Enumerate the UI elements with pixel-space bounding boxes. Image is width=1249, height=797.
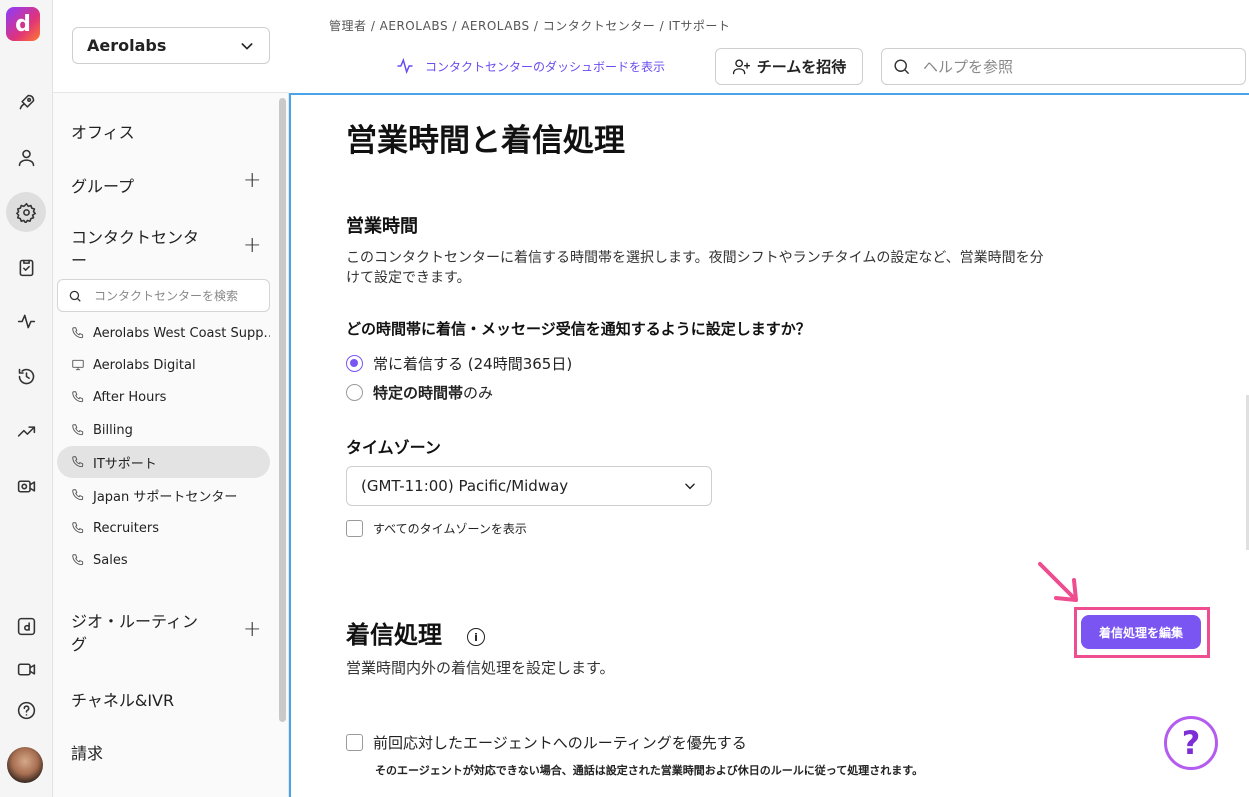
- nav-office[interactable]: オフィス: [71, 119, 135, 143]
- nav-item-aerolabs-digital[interactable]: Aerolabs Digital: [57, 349, 270, 381]
- timezone-title: タイムゾーン: [346, 438, 441, 457]
- nav-item-label: Sales: [93, 552, 128, 568]
- help-bubble-glyph: ?: [1181, 724, 1201, 762]
- page-title: 営業時間と着信処理: [346, 123, 625, 159]
- show-all-timezones-checkbox[interactable]: [346, 520, 363, 537]
- radio-always-control[interactable]: [346, 355, 363, 372]
- nav-item-sales[interactable]: Sales: [57, 544, 270, 576]
- phone-icon: [72, 522, 84, 534]
- timezone-value: (GMT-11:00) Pacific/Midway: [361, 477, 569, 495]
- phone-icon: [72, 424, 84, 436]
- nav-scrollbar[interactable]: [279, 98, 286, 722]
- nav-item-recruiters[interactable]: Recruiters: [57, 512, 270, 544]
- invite-team-label: チームを招待: [756, 58, 847, 76]
- help-search-placeholder: ヘルプを参照: [923, 58, 1014, 76]
- org-name: Aerolabs: [87, 36, 167, 55]
- nav-item-japan-support[interactable]: Japan サポートセンター: [57, 479, 270, 511]
- nav-item-west-coast[interactable]: Aerolabs West Coast Supp...: [57, 317, 270, 349]
- video-settings-icon[interactable]: [6, 466, 46, 506]
- nav-item-label: Aerolabs Digital: [93, 357, 196, 373]
- radio-specific-control[interactable]: [346, 384, 363, 401]
- prioritize-agent[interactable]: 前回応対したエージェントへのルーティングを優先する: [346, 732, 747, 753]
- help-search-input[interactable]: ヘルプを参照: [881, 48, 1246, 85]
- activity-icon[interactable]: [6, 301, 46, 341]
- help-circle-icon[interactable]: [6, 690, 46, 730]
- business-hours-title: 営業時間: [346, 216, 418, 237]
- notify-question: どの時間帯に着信・メッセージ受信を通知するように設定しますか？: [346, 320, 811, 338]
- phone-icon: [72, 391, 84, 403]
- nav-geo-routing[interactable]: ジオ・ルーティング: [71, 610, 211, 656]
- nav-item-label: Aerolabs West Coast Supp...: [93, 325, 270, 341]
- nav-item-label: Recruiters: [93, 520, 160, 536]
- nav-item-billing[interactable]: Billing: [57, 414, 270, 446]
- prioritize-agent-note: そのエージェントが対応できない場合、通話は設定された営業時間および休日のルールに…: [375, 764, 924, 777]
- org-selector[interactable]: Aerolabs: [72, 27, 270, 64]
- settings-nav: Aerolabs オフィス グループ + コンタクトセンター + コンタクトセン…: [53, 0, 289, 797]
- dashboard-link-label: コンタクトセンターのダッシュボードを表示: [425, 59, 666, 74]
- nav-item-it-support[interactable]: ITサポート: [57, 446, 270, 478]
- user-avatar[interactable]: [7, 747, 43, 783]
- nav-item-label: After Hours: [93, 389, 167, 405]
- monitor-icon: [72, 359, 84, 371]
- add-contact-center-button[interactable]: +: [243, 233, 261, 258]
- user-plus-icon: [732, 59, 750, 75]
- add-group-button[interactable]: +: [243, 168, 261, 193]
- prioritize-agent-checkbox[interactable]: [346, 734, 363, 751]
- phone-icon: [72, 489, 84, 501]
- edit-routing-button[interactable]: 着信処理を編集: [1081, 615, 1201, 649]
- clipboard-icon[interactable]: [6, 247, 46, 287]
- dialpad-logo[interactable]: d: [6, 7, 40, 41]
- app-rail: d: [0, 0, 53, 797]
- phone-icon: [72, 456, 84, 468]
- routing-title: 着信処理: [346, 621, 442, 649]
- radio-always[interactable]: 常に着信する (24時間365日): [346, 353, 572, 374]
- nav-item-label: Japan サポートセンター: [93, 489, 238, 505]
- radio-specific-label: 特定の時間帯のみ: [373, 382, 493, 403]
- rocket-icon[interactable]: [6, 82, 46, 122]
- prioritize-agent-label: 前回応対したエージェントへのルーティングを優先する: [373, 734, 747, 752]
- info-icon[interactable]: i: [467, 628, 485, 646]
- help-bubble-button[interactable]: ?: [1164, 716, 1218, 770]
- chevron-down-icon: [241, 42, 253, 50]
- main-panel: 営業時間と着信処理 営業時間 このコンタクトセンターに着信する時間帯を選択します…: [289, 93, 1249, 797]
- dashboard-link[interactable]: コンタクトセンターのダッシュボードを表示: [395, 56, 665, 76]
- gear-icon[interactable]: [6, 192, 46, 232]
- routing-desc: 営業時間内外の着信処理を設定します。: [346, 659, 615, 677]
- show-all-timezones-label: すべてのタイムゾーンを表示: [373, 522, 527, 536]
- show-all-timezones[interactable]: すべてのタイムゾーンを表示: [346, 520, 527, 537]
- add-geo-routing-button[interactable]: +: [243, 617, 261, 642]
- invite-team-button[interactable]: チームを招待: [715, 48, 863, 85]
- search-icon: [894, 59, 910, 75]
- person-icon[interactable]: [6, 137, 46, 177]
- nav-contact-center[interactable]: コンタクトセンター: [71, 226, 211, 272]
- nav-item-label: Billing: [93, 422, 133, 438]
- nav-item-label: ITサポート: [93, 456, 157, 472]
- radio-specific-label-rest: のみ: [463, 384, 494, 402]
- arrow-pointer-icon: [1038, 562, 1078, 602]
- phone-icon: [72, 554, 84, 566]
- dialpad-app-icon[interactable]: [6, 606, 46, 646]
- radio-always-label: 常に着信する (24時間365日): [373, 355, 573, 373]
- nav-channel-ivr[interactable]: チャネル&IVR: [71, 687, 174, 711]
- radio-specific[interactable]: 特定の時間帯のみ: [346, 382, 493, 403]
- breadcrumb[interactable]: 管理者 / AEROLABS / AEROLABS / コンタクトセンター / …: [329, 17, 730, 34]
- nav-header: Aerolabs: [53, 0, 289, 93]
- chevron-down-icon: [685, 483, 695, 490]
- radio-specific-label-bold: 特定の時間帯: [373, 384, 464, 402]
- business-hours-desc: このコンタクトセンターに着信する時間帯を選択します。夜間シフトやランチタイムの設…: [346, 250, 1044, 286]
- video-camera-icon[interactable]: [6, 649, 46, 689]
- nav-billing[interactable]: 請求: [71, 740, 103, 764]
- trending-up-icon[interactable]: [6, 411, 46, 451]
- contact-center-search[interactable]: コンタクトセンターを検索: [57, 279, 270, 312]
- history-icon[interactable]: [6, 356, 46, 396]
- nav-group[interactable]: グループ: [71, 173, 134, 197]
- timezone-select[interactable]: (GMT-11:00) Pacific/Midway: [346, 466, 712, 506]
- phone-icon: [72, 327, 84, 339]
- search-icon: [69, 290, 81, 302]
- contact-center-search-placeholder: コンタクトセンターを検索: [94, 289, 239, 303]
- nav-item-after-hours[interactable]: After Hours: [57, 381, 270, 413]
- activity-icon: [397, 57, 413, 75]
